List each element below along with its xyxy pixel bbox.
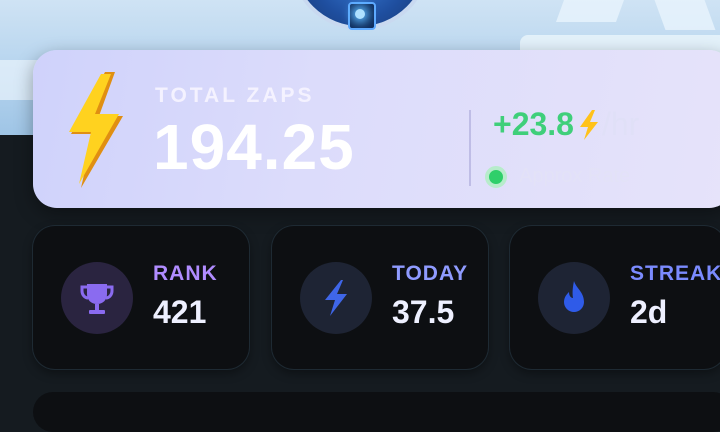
rate-value: +23.8 xyxy=(493,106,574,142)
total-zaps-value: 194.25 xyxy=(153,111,355,183)
streak-card[interactable]: STREAK 2d xyxy=(510,226,720,369)
rank-card[interactable]: RANK 421 xyxy=(33,226,249,369)
bolt-icon xyxy=(300,262,372,334)
trophy-icon xyxy=(61,262,133,334)
today-label: TODAY xyxy=(392,262,469,285)
flame-icon xyxy=(538,262,610,334)
total-zaps-card: TOTAL ZAPS 194.25 +23.8 /hr Approx Rate xyxy=(33,50,720,208)
small-bolt-icon xyxy=(579,109,598,140)
streak-value: 2d xyxy=(630,294,668,330)
game-emblem[interactable] xyxy=(290,0,430,30)
lightning-bolt-icon xyxy=(69,72,123,188)
next-section-card xyxy=(33,392,720,432)
approx-rate-label: Approx Rate xyxy=(519,165,631,187)
approx-rate: Approx Rate xyxy=(485,165,630,188)
streak-label: STREAK xyxy=(630,262,720,285)
status-dot-icon xyxy=(485,165,507,188)
divider xyxy=(469,110,471,186)
rank-value: 421 xyxy=(153,294,207,330)
rank-label: RANK xyxy=(153,262,218,285)
rate-unit: /hr xyxy=(601,106,640,142)
total-zaps-label: TOTAL ZAPS xyxy=(155,84,315,107)
zap-rate: +23.8 /hr xyxy=(493,106,639,143)
today-value: 37.5 xyxy=(392,294,455,330)
today-card[interactable]: TODAY 37.5 xyxy=(272,226,488,369)
